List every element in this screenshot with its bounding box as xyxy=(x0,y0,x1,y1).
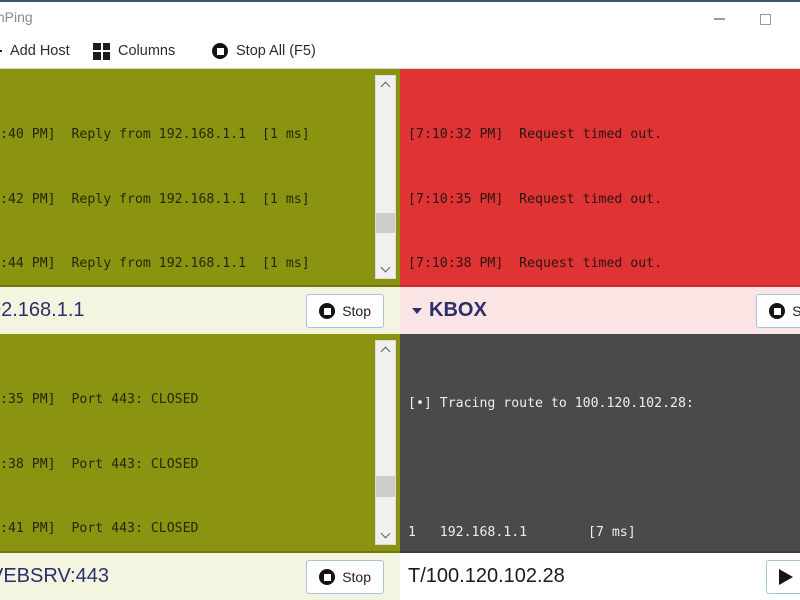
plus-icon xyxy=(0,44,2,58)
hop-address: 192.168.1.1 xyxy=(439,525,528,540)
chevron-up-icon xyxy=(382,82,390,90)
stop-button-label: Stop xyxy=(792,303,800,319)
grid-icon xyxy=(93,42,110,60)
stop-button-top-left[interactable]: Stop xyxy=(306,294,384,328)
stop-button-top-right[interactable]: Stop xyxy=(756,294,800,328)
scrollbar-track[interactable] xyxy=(376,360,395,525)
host-label-top-left: 92.168.1.1 xyxy=(0,299,85,321)
log-output-bottom-right[interactable]: [•] Tracing route to 100.120.102.28: 1 1… xyxy=(400,334,800,551)
host-panel-kbox: [7:10:32 PM] Request timed out. [7:10:35… xyxy=(400,69,800,334)
stop-button-label: Stop xyxy=(342,303,371,319)
stop-icon xyxy=(319,569,336,585)
scrollbar-thumb[interactable] xyxy=(376,475,395,497)
log-line: :35 PM] Port 443: CLOSED xyxy=(0,392,199,407)
host-panel-192-168-1-1: :40 PM] Reply from 192.168.1.1 [1 ms] :4… xyxy=(0,69,400,334)
scroll-up-button[interactable] xyxy=(376,76,395,95)
window-controls xyxy=(696,2,800,36)
log-output-bottom-left[interactable]: :35 PM] Port 443: CLOSED :38 PM] Port 44… xyxy=(0,334,400,551)
columns-label: Columns xyxy=(118,42,176,59)
minimize-button[interactable] xyxy=(696,2,742,36)
host-panel-websrv-443: :35 PM] Port 443: CLOSED :38 PM] Port 44… xyxy=(0,334,400,600)
log-line: :38 PM] Port 443: CLOSED xyxy=(0,456,199,472)
stop-icon xyxy=(319,303,336,319)
close-button[interactable] xyxy=(788,2,800,36)
stop-all-button[interactable]: Stop All (F5) xyxy=(212,34,316,68)
trace-latency-column: [7 ms] [11 ms] [11 ms] [13 ms] xyxy=(588,350,683,551)
vmping-window: vmPing Add Host Columns Stop All (F5) xyxy=(0,0,800,600)
minimize-icon xyxy=(713,18,725,20)
columns-button[interactable]: Columns xyxy=(93,34,175,68)
stop-button-bottom-left[interactable]: Stop xyxy=(306,560,384,594)
log-line: :44 PM] Reply from 192.168.1.1 [1 ms] xyxy=(0,256,310,271)
log-line: [7:10:35 PM] Request timed out. xyxy=(408,191,663,207)
maximize-icon xyxy=(759,13,771,25)
stop-icon xyxy=(212,43,228,59)
host-bar-bottom-left: VEBSRV:443 Stop xyxy=(0,551,400,600)
log-line: :40 PM] Reply from 192.168.1.1 [1 ms] xyxy=(0,127,310,142)
scrollbar-track[interactable] xyxy=(376,95,395,259)
host-bar-top-left: 92.168.1.1 Stop xyxy=(0,285,400,334)
scrollbar-thumb[interactable] xyxy=(376,213,395,233)
hop-latency: [7 ms] xyxy=(588,525,636,540)
host-bar-top-right: KBOX Stop xyxy=(400,285,800,334)
chevron-down-icon[interactable] xyxy=(412,307,422,314)
toolbar: Add Host Columns Stop All (F5) xyxy=(0,34,800,69)
start-button-bottom-right[interactable]: P xyxy=(765,560,800,594)
log-output-top-right[interactable]: [7:10:32 PM] Request timed out. [7:10:35… xyxy=(400,69,800,285)
chevron-up-icon xyxy=(382,347,390,355)
log-line: [7:10:38 PM] Request timed out. xyxy=(408,256,663,271)
log-line: :42 PM] Reply from 192.168.1.1 [1 ms] xyxy=(0,191,310,207)
play-icon xyxy=(778,569,793,585)
add-host-button[interactable]: Add Host xyxy=(0,34,70,68)
host-panel-grid: :40 PM] Reply from 192.168.1.1 [1 ms] :4… xyxy=(0,69,800,600)
stop-button-label: Stop xyxy=(342,569,371,585)
host-label-bottom-right: T/100.120.102.28 xyxy=(408,565,565,587)
chevron-down-icon xyxy=(382,265,390,273)
scrollbar-top-left[interactable] xyxy=(375,75,396,279)
host-label-bottom-left: VEBSRV:443 xyxy=(0,565,109,587)
log-line: :41 PM] Port 443: CLOSED xyxy=(0,521,199,536)
host-panel-traceroute: [•] Tracing route to 100.120.102.28: 1 1… xyxy=(400,334,800,600)
maximize-button[interactable] xyxy=(742,2,788,36)
scrollbar-bottom-left[interactable] xyxy=(375,340,396,545)
window-title: vmPing xyxy=(0,9,33,25)
log-output-top-left[interactable]: :40 PM] Reply from 192.168.1.1 [1 ms] :4… xyxy=(0,69,400,285)
scroll-down-button[interactable] xyxy=(376,525,395,544)
stop-all-label: Stop All (F5) xyxy=(236,42,316,59)
title-bar: vmPing xyxy=(0,0,800,34)
chevron-down-icon xyxy=(382,531,390,539)
log-line: [7:10:32 PM] Request timed out. xyxy=(408,127,663,142)
host-bar-bottom-right: T/100.120.102.28 P xyxy=(400,551,800,600)
add-host-label: Add Host xyxy=(10,42,70,59)
scroll-down-button[interactable] xyxy=(376,259,395,278)
host-label-top-right: KBOX xyxy=(429,299,487,321)
scroll-up-button[interactable] xyxy=(376,341,395,360)
stop-icon xyxy=(769,303,786,319)
hop-index: 1 xyxy=(408,525,416,540)
